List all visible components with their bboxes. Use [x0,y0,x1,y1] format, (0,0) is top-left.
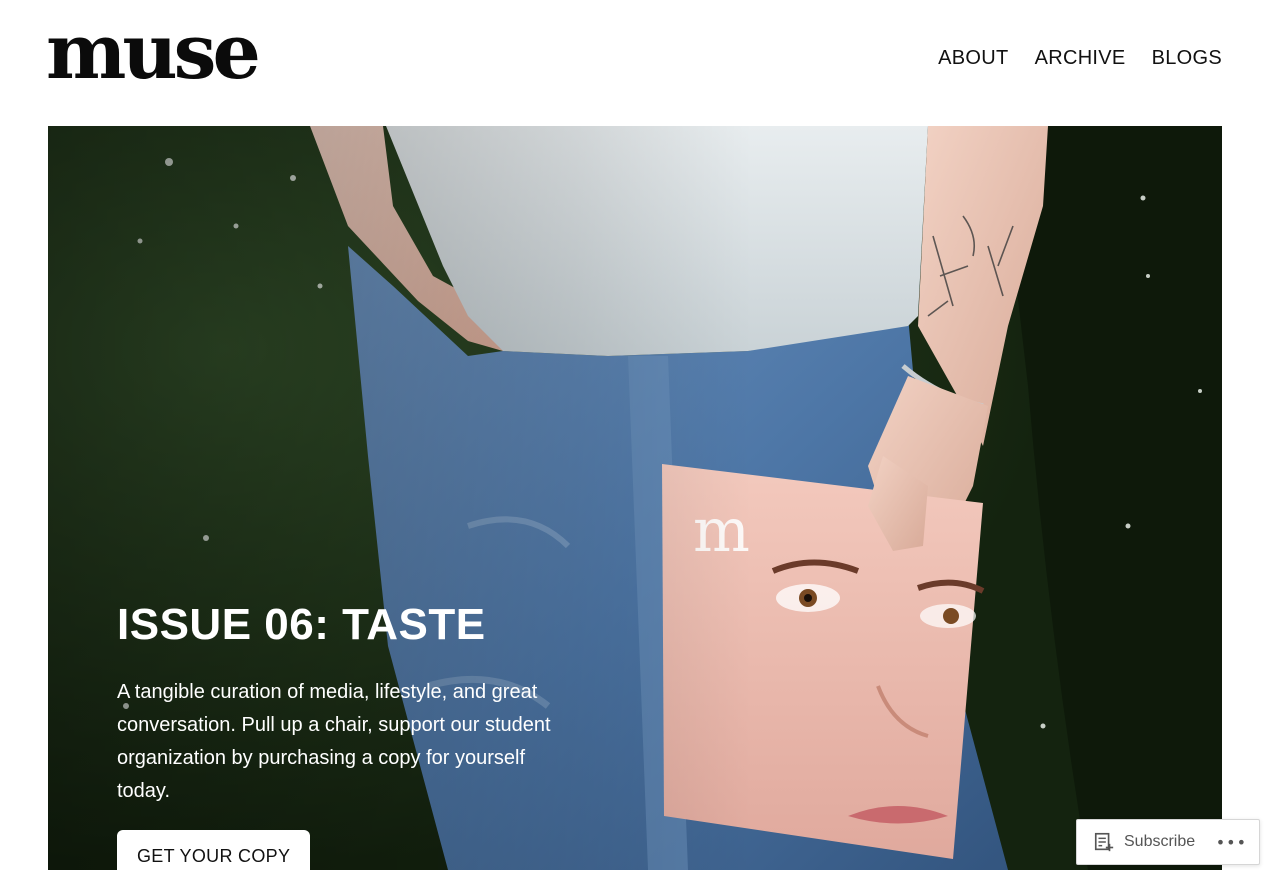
main-nav: ABOUT ARCHIVE BLOGS [938,47,1222,70]
site-header: muse ABOUT ARCHIVE BLOGS [0,0,1270,126]
reader-subscribe-icon [1094,832,1114,852]
nav-archive[interactable]: ARCHIVE [1035,47,1126,70]
get-your-copy-button[interactable]: GET YOUR COPY [117,830,311,870]
site-logo[interactable]: muse [46,14,261,90]
hero-title: ISSUE 06: TASTE [117,600,486,649]
hero-banner: m ISSUE 06: TASTE A tangible curation of… [48,126,1222,870]
nav-blogs[interactable]: BLOGS [1152,47,1222,70]
nav-about[interactable]: ABOUT [938,47,1008,70]
subscribe-widget: Subscribe ••• [1076,819,1260,865]
more-options-icon[interactable]: ••• [1216,833,1247,852]
hero-description: A tangible curation of media, lifestyle,… [117,681,551,802]
subscribe-label: Subscribe [1124,833,1196,850]
subscribe-button[interactable]: Subscribe [1077,820,1195,864]
